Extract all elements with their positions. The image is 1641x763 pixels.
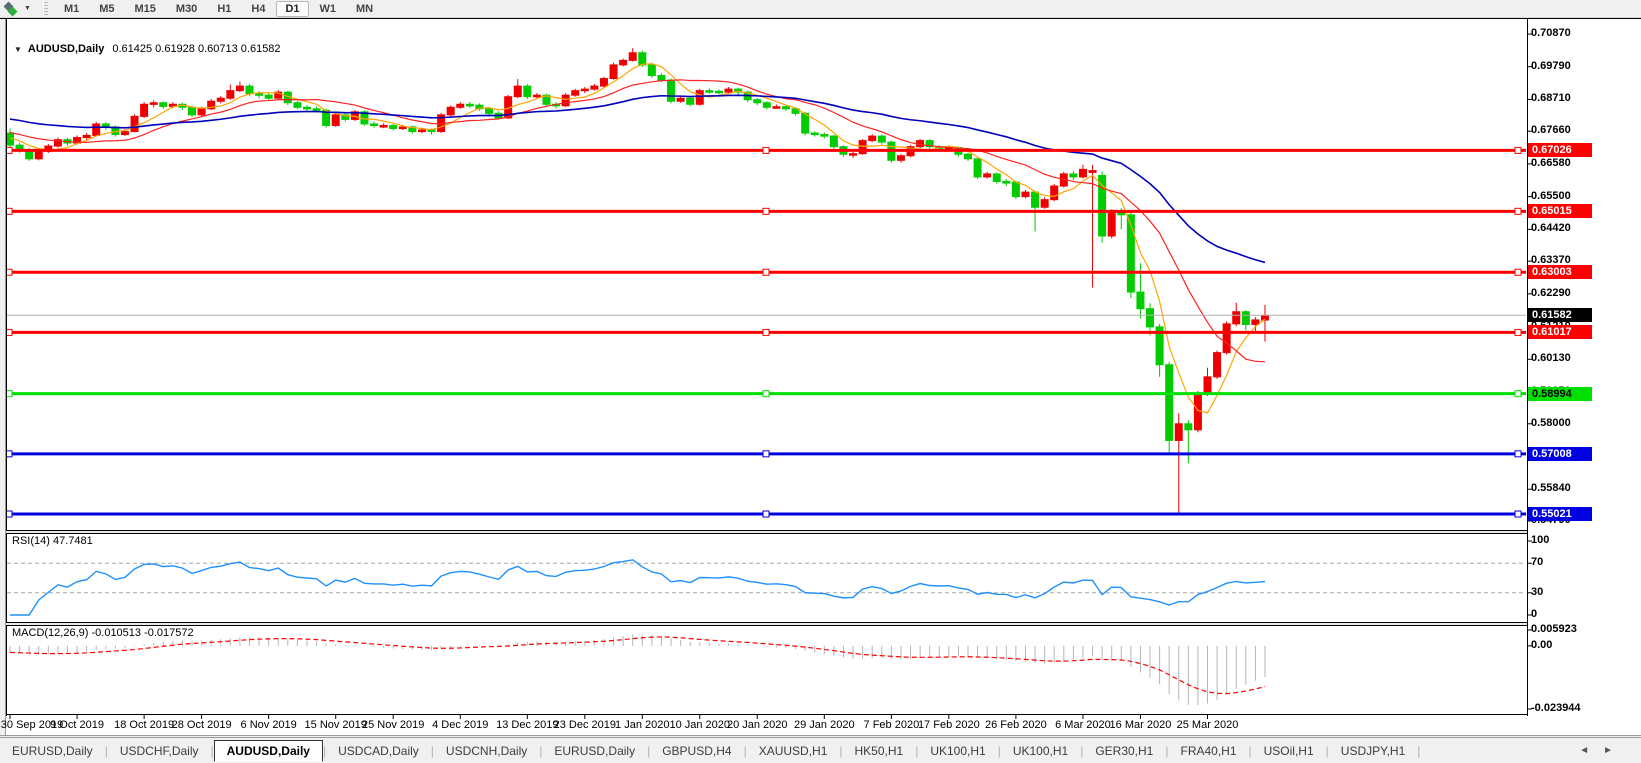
date-axis-label: 26 Feb 2020	[985, 719, 1047, 731]
date-axis-label: 23 Dec 2019	[554, 719, 616, 731]
rsi-axis-tick: 0	[1531, 608, 1537, 621]
chart-tab-usdcad-daily[interactable]: USDCAD,Daily	[326, 741, 431, 761]
macd-axis-tick: -0.023944	[1531, 702, 1581, 715]
tab-scroll-arrows: ◄►	[1579, 745, 1627, 756]
chart-tabs: EURUSD,Daily|USDCHF,Daily|AUDUSD,Daily|U…	[0, 739, 1420, 762]
price-axis-tick: 0.60130	[1531, 352, 1571, 365]
rsi-label: RSI(14) 47.7481	[12, 535, 93, 547]
chart-tab-eurusd-daily[interactable]: EURUSD,Daily	[0, 741, 105, 761]
rsi-axis-tick: 30	[1531, 586, 1543, 599]
timeframe-buttons: M1M5M15M30H1H4D1W1MN	[54, 3, 383, 15]
price-axis-tag: 0.55021	[1528, 507, 1592, 521]
chart-tab-usoil-h1[interactable]: USOil,H1	[1252, 741, 1326, 761]
date-axis-label: 25 Mar 2020	[1177, 719, 1239, 731]
toolbar-grip[interactable]	[43, 2, 48, 16]
chart-tab-xauusd-h1[interactable]: XAUUSD,H1	[747, 741, 840, 761]
date-axis-label: 18 Oct 2019	[114, 719, 174, 731]
timeframe-button-m5[interactable]: M5	[90, 1, 123, 17]
date-axis-label: 28 Oct 2019	[172, 719, 232, 731]
main-price-pane	[6, 48, 1526, 517]
price-axis-tick: 0.58000	[1531, 417, 1571, 430]
chart-tab-audusd-daily[interactable]: AUDUSD,Daily	[214, 740, 323, 762]
chart-tab-ger30-h1[interactable]: GER30,H1	[1083, 741, 1165, 761]
price-axis-tick: 0.65500	[1531, 190, 1571, 203]
chart-tab-eurusd-daily[interactable]: EURUSD,Daily	[542, 741, 647, 761]
timeframe-button-h1[interactable]: H1	[208, 1, 240, 17]
date-axis-label: 9 Oct 2019	[50, 719, 104, 731]
chart-tab-usdchf-daily[interactable]: USDCHF,Daily	[108, 741, 211, 761]
tab-scroll-left-icon[interactable]: ◄	[1579, 745, 1603, 756]
tab-scroll-right-icon[interactable]: ►	[1603, 745, 1627, 756]
timeframe-toolbar: ▼ M1M5M15M30H1H4D1W1MN	[0, 0, 1641, 18]
timeframe-button-m15[interactable]: M15	[126, 1, 165, 17]
symbol-dropdown-icon[interactable]: ▼	[14, 45, 22, 54]
date-axis-label: 6 Nov 2019	[241, 719, 297, 731]
rsi-axis-tick: 100	[1531, 534, 1549, 547]
mt4-application: ▼ M1M5M15M30H1H4D1W1MN ▼ AUDUSD,Daily 0.61…	[0, 0, 1641, 763]
chart-canvas[interactable]	[0, 18, 1641, 736]
date-axis-label: 1 Jan 2020	[615, 719, 669, 731]
rsi-axis-tick: 70	[1531, 556, 1543, 569]
date-axis-label: 13 Dec 2019	[496, 719, 558, 731]
ohlc-values: 0.61425 0.61928 0.60713 0.61582	[112, 43, 280, 55]
chart-window: ▼ AUDUSD,Daily 0.61425 0.61928 0.60713 0.6…	[0, 18, 1641, 736]
chart-tab-bar: EURUSD,Daily|USDCHF,Daily|AUDUSD,Daily|U…	[0, 737, 1641, 763]
price-axis-tag: 0.63003	[1528, 265, 1592, 279]
price-axis-tag: 0.61017	[1528, 325, 1592, 339]
chart-tab-fra40-h1[interactable]: FRA40,H1	[1168, 741, 1248, 761]
date-axis-label: 29 Jan 2020	[794, 719, 855, 731]
rsi-pane	[7, 560, 1526, 615]
price-axis-tick: 0.62290	[1531, 287, 1571, 300]
date-axis-label: 10 Jan 2020	[669, 719, 730, 731]
timeframe-button-d1[interactable]: D1	[276, 1, 308, 17]
chart-tab-usdjpy-h1[interactable]: USDJPY,H1	[1329, 741, 1417, 761]
date-axis-label: 15 Nov 2019	[305, 719, 367, 731]
price-axis-tag: 0.61582	[1528, 308, 1592, 322]
macd-axis-tick: 0.00	[1531, 639, 1552, 652]
date-axis-label: 17 Feb 2020	[918, 719, 980, 731]
price-axis-tick: 0.67660	[1531, 124, 1571, 137]
price-axis-tag: 0.67026	[1528, 143, 1592, 157]
chart-tab-uk100-h1[interactable]: UK100,H1	[918, 741, 997, 761]
price-axis-tick: 0.66580	[1531, 157, 1571, 170]
price-axis-tick: 0.69790	[1531, 60, 1571, 73]
chevron-down-icon[interactable]: ▼	[24, 5, 31, 12]
timeframe-button-m30[interactable]: M30	[167, 1, 206, 17]
price-axis-tag: 0.58994	[1528, 387, 1592, 401]
tab-separator: |	[1417, 744, 1420, 758]
price-axis-tick: 0.64420	[1531, 222, 1571, 235]
date-axis-label: 4 Dec 2019	[432, 719, 488, 731]
date-axis-label: 6 Mar 2020	[1055, 719, 1111, 731]
date-axis-label: 7 Feb 2020	[864, 719, 920, 731]
symbol-name: AUDUSD,Daily	[28, 43, 104, 55]
date-axis-label: 16 Mar 2020	[1110, 719, 1172, 731]
chart-tab-usdcnh-daily[interactable]: USDCNH,Daily	[434, 741, 539, 761]
timeframe-button-w1[interactable]: W1	[311, 1, 346, 17]
price-axis-tick: 0.55840	[1531, 482, 1571, 495]
chart-title: ▼ AUDUSD,Daily 0.61425 0.61928 0.60713 0.6…	[14, 43, 281, 55]
date-axis-label: 25 Nov 2019	[362, 719, 424, 731]
chart-tab-gbpusd-h4[interactable]: GBPUSD,H4	[650, 741, 743, 761]
macd-pane	[10, 634, 1265, 705]
timeframe-button-h4[interactable]: H4	[242, 1, 274, 17]
chart-tab-hk50-h1[interactable]: HK50,H1	[843, 741, 916, 761]
price-axis-tick: 0.70870	[1531, 27, 1571, 40]
price-axis-tick: 0.68710	[1531, 92, 1571, 105]
price-axis-tag: 0.65015	[1528, 204, 1592, 218]
chart-style-icon[interactable]	[4, 2, 20, 16]
date-axis-label: 20 Jan 2020	[727, 719, 788, 731]
axis-ticks	[10, 34, 1532, 719]
timeframe-button-mn[interactable]: MN	[347, 1, 382, 17]
chart-tab-uk100-h1[interactable]: UK100,H1	[1001, 741, 1080, 761]
macd-label: MACD(12,26,9) -0.010513 -0.017572	[12, 627, 194, 639]
price-axis-tag: 0.57008	[1528, 447, 1592, 461]
timeframe-button-m1[interactable]: M1	[55, 1, 88, 17]
macd-axis-tick: 0.005923	[1531, 623, 1577, 636]
